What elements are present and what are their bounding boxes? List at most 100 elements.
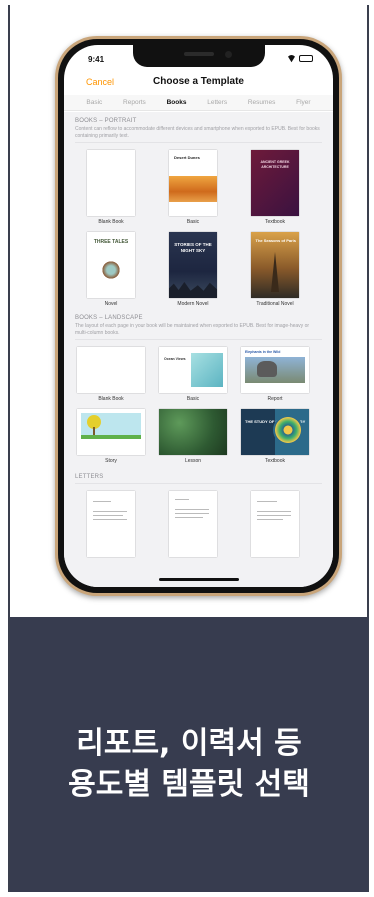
caption-text: 리포트, 이력서 등 용도별 템플릿 선택	[10, 723, 368, 805]
cover-title: THREE TALES	[93, 239, 129, 245]
portrait-grid: Blank Book Desert Dunes Basic ANCIENT GR…	[64, 143, 333, 307]
template-thumbnail	[159, 409, 227, 455]
section-description-portrait: Content can reflow to accommodate differ…	[75, 126, 320, 139]
template-letter-2[interactable]	[152, 491, 234, 557]
template-textbook[interactable]: ANCIENT GREEK ARCHITECTURE Textbook	[234, 150, 316, 225]
template-thumbnail: THE STUDY OF CELL BIOLOGY	[241, 409, 309, 455]
template-thumbnail	[251, 491, 299, 557]
template-traditional-novel[interactable]: The Seasons of Paris Traditional Novel	[234, 232, 316, 307]
text-line	[175, 517, 203, 518]
template-letter-1[interactable]	[70, 491, 152, 557]
section-heading-landscape: BOOKS – LANDSCAPE	[75, 315, 143, 321]
template-basic-landscape[interactable]: Ocean Views Basic	[152, 347, 234, 402]
section-description-landscape: The layout of each page in your book wil…	[75, 323, 310, 336]
nest-image	[101, 260, 121, 280]
template-label: Basic	[186, 219, 200, 225]
template-thumbnail: THREE TALES	[87, 232, 135, 298]
template-label: Lesson	[184, 458, 202, 464]
phone-bezel: 9:41 Cancel Choose a Template Basic Repo…	[58, 39, 339, 593]
template-category-tabs: Basic Reports Books Letters Resumes Flye…	[64, 95, 333, 111]
text-line	[175, 509, 209, 510]
template-textbook-landscape[interactable]: THE STUDY OF CELL BIOLOGY Textbook	[234, 409, 316, 464]
template-thumbnail: STORIES OF THE NIGHT SKY	[169, 232, 217, 298]
caption-line-1: 리포트, 이력서 등	[76, 726, 302, 761]
tower-image	[271, 252, 279, 292]
text-line	[93, 511, 127, 512]
template-thumbnail: Elephants in the Wild	[241, 347, 309, 393]
section-heading-letters: LETTERS	[75, 474, 104, 480]
template-label: Textbook	[264, 458, 285, 464]
text-line	[93, 515, 123, 516]
tab-reports[interactable]: Reports	[123, 95, 146, 110]
template-label: Basic	[186, 396, 200, 402]
trees-image	[169, 282, 217, 298]
cover-title: The Seasons of Paris	[255, 238, 296, 243]
battery-icon	[299, 55, 313, 62]
ocean-image	[191, 353, 223, 387]
template-thumbnail	[87, 150, 135, 216]
template-thumbnail	[169, 491, 217, 557]
template-thumbnail	[87, 491, 135, 557]
text-line	[257, 511, 291, 512]
template-report[interactable]: Elephants in the Wild Report	[234, 347, 316, 402]
template-basic[interactable]: Desert Dunes Basic	[152, 150, 234, 225]
template-label: Novel	[104, 301, 118, 307]
text-line	[257, 515, 291, 516]
phone-screen: 9:41 Cancel Choose a Template Basic Repo…	[64, 45, 333, 587]
phone-notch	[132, 45, 265, 67]
cover-title: Desert Dunes	[174, 155, 200, 160]
tab-resumes[interactable]: Resumes	[248, 95, 275, 110]
grass-image	[81, 435, 141, 439]
nav-bar: Cancel Choose a Template	[64, 72, 333, 94]
template-blank-book[interactable]: Blank Book	[70, 150, 152, 225]
template-label: Textbook	[264, 219, 285, 225]
landscape-grid: Blank Book Ocean Views Basic Elephants i…	[64, 340, 333, 464]
template-label: Story	[105, 458, 117, 464]
tab-letters[interactable]: Letters	[207, 95, 227, 110]
template-label: Blank Book	[98, 396, 124, 402]
cover-title: ANCIENT GREEK ARCHITECTURE	[260, 160, 290, 169]
cover-title: Elephants in the Wild	[245, 350, 281, 354]
letters-grid	[64, 484, 333, 557]
tab-books[interactable]: Books	[167, 95, 187, 110]
cell-image	[273, 415, 303, 445]
text-line	[93, 501, 111, 502]
template-story[interactable]: Story	[70, 409, 152, 464]
cover-title: STORIES OF THE NIGHT SKY	[174, 242, 212, 253]
caption-line-2: 용도별 템플릿 선택	[68, 767, 310, 802]
tab-basic[interactable]: Basic	[86, 95, 102, 110]
template-novel[interactable]: THREE TALES Novel	[70, 232, 152, 307]
text-line	[93, 519, 127, 520]
tab-flyer[interactable]: Flyer	[296, 95, 310, 110]
wifi-icon	[287, 55, 296, 62]
speaker-grille	[183, 52, 214, 56]
text-line	[257, 519, 283, 520]
desert-image	[169, 176, 217, 202]
home-indicator	[158, 578, 239, 581]
page-title: Choose a Template	[153, 76, 244, 87]
status-time: 9:41	[88, 55, 105, 64]
template-thumbnail	[77, 409, 145, 455]
camera-icon	[224, 51, 232, 58]
elephant-image	[257, 361, 277, 377]
template-thumbnail: Desert Dunes	[169, 150, 217, 216]
template-label: Blank Book	[98, 219, 124, 225]
template-label: Modern Novel	[177, 301, 209, 307]
template-thumbnail: The Seasons of Paris	[251, 232, 299, 298]
template-lesson[interactable]: Lesson	[152, 409, 234, 464]
template-blank-book-landscape[interactable]: Blank Book	[70, 347, 152, 402]
section-heading-portrait: BOOKS – PORTRAIT	[75, 118, 137, 124]
caption-banner: 리포트, 이력서 등 용도별 템플릿 선택	[10, 617, 368, 892]
phone-mockup: 9:41 Cancel Choose a Template Basic Repo…	[55, 36, 342, 596]
template-thumbnail: Ocean Views	[159, 347, 227, 393]
text-line	[257, 501, 277, 502]
template-thumbnail: ANCIENT GREEK ARCHITECTURE	[251, 150, 299, 216]
status-icons	[287, 55, 313, 62]
template-thumbnail	[77, 347, 145, 393]
text-line	[175, 499, 189, 500]
template-modern-novel[interactable]: STORIES OF THE NIGHT SKY Modern Novel	[152, 232, 234, 307]
template-letter-3[interactable]	[234, 491, 316, 557]
cover-title: Ocean Views	[164, 357, 186, 361]
template-list: BOOKS – PORTRAIT Content can reflow to a…	[64, 112, 333, 587]
template-label: Traditional Novel	[256, 301, 294, 307]
